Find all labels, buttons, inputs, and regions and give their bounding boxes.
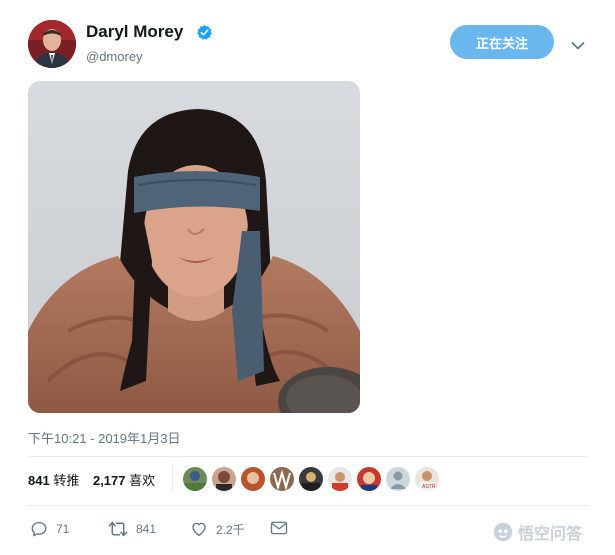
liker-avatar[interactable] bbox=[357, 467, 381, 491]
direct-message-action[interactable] bbox=[270, 520, 288, 536]
retweets-label[interactable]: 转推 bbox=[53, 473, 79, 488]
stats-divider bbox=[172, 463, 173, 493]
divider-top bbox=[28, 456, 588, 457]
svg-text:ASTR: ASTR bbox=[422, 484, 436, 490]
retweet-action[interactable]: 841 bbox=[108, 520, 156, 538]
liker-avatar[interactable] bbox=[212, 467, 236, 491]
verified-badge-icon bbox=[196, 24, 213, 41]
liker-avatar[interactable] bbox=[328, 467, 352, 491]
like-action[interactable]: 2.2千 bbox=[190, 520, 245, 538]
author-handle[interactable]: @dmorey bbox=[86, 49, 143, 64]
liker-avatars: ASTR bbox=[183, 467, 439, 491]
retweets-count[interactable]: 841 bbox=[28, 473, 50, 488]
chevron-down-icon[interactable] bbox=[571, 38, 585, 50]
liker-avatar[interactable] bbox=[183, 467, 207, 491]
liker-avatar[interactable] bbox=[386, 467, 410, 491]
following-button[interactable]: 正在关注 bbox=[450, 25, 554, 59]
likes-count[interactable]: 2,177 bbox=[93, 473, 126, 488]
author-name[interactable]: Daryl Morey bbox=[86, 22, 183, 42]
reply-action[interactable]: 71 bbox=[30, 520, 69, 538]
liker-avatar[interactable] bbox=[270, 467, 294, 491]
liker-avatar[interactable] bbox=[241, 467, 265, 491]
likes-label[interactable]: 喜欢 bbox=[129, 473, 155, 488]
heart-icon bbox=[192, 522, 206, 537]
author-avatar[interactable] bbox=[28, 20, 76, 68]
watermark: 悟空问答 bbox=[492, 520, 582, 544]
watermark-text: 悟空问答 bbox=[518, 526, 583, 543]
engagement-stats: 841 转推 2,177 喜欢 bbox=[28, 470, 165, 489]
tweet-timestamp[interactable]: 下午10:21 - 2019年1月3日 bbox=[28, 428, 180, 447]
like-count: 2.2千 bbox=[216, 522, 245, 537]
retweet-icon bbox=[108, 521, 128, 537]
wukong-logo-icon bbox=[493, 522, 513, 542]
reply-icon bbox=[31, 521, 47, 537]
liker-avatar[interactable]: ASTR bbox=[415, 467, 439, 491]
envelope-icon bbox=[270, 521, 288, 535]
retweet-count: 841 bbox=[136, 522, 157, 536]
liker-avatar[interactable] bbox=[299, 467, 323, 491]
reply-count: 71 bbox=[56, 522, 70, 536]
tweet-media-image[interactable] bbox=[28, 81, 360, 413]
divider-bottom bbox=[28, 505, 588, 506]
